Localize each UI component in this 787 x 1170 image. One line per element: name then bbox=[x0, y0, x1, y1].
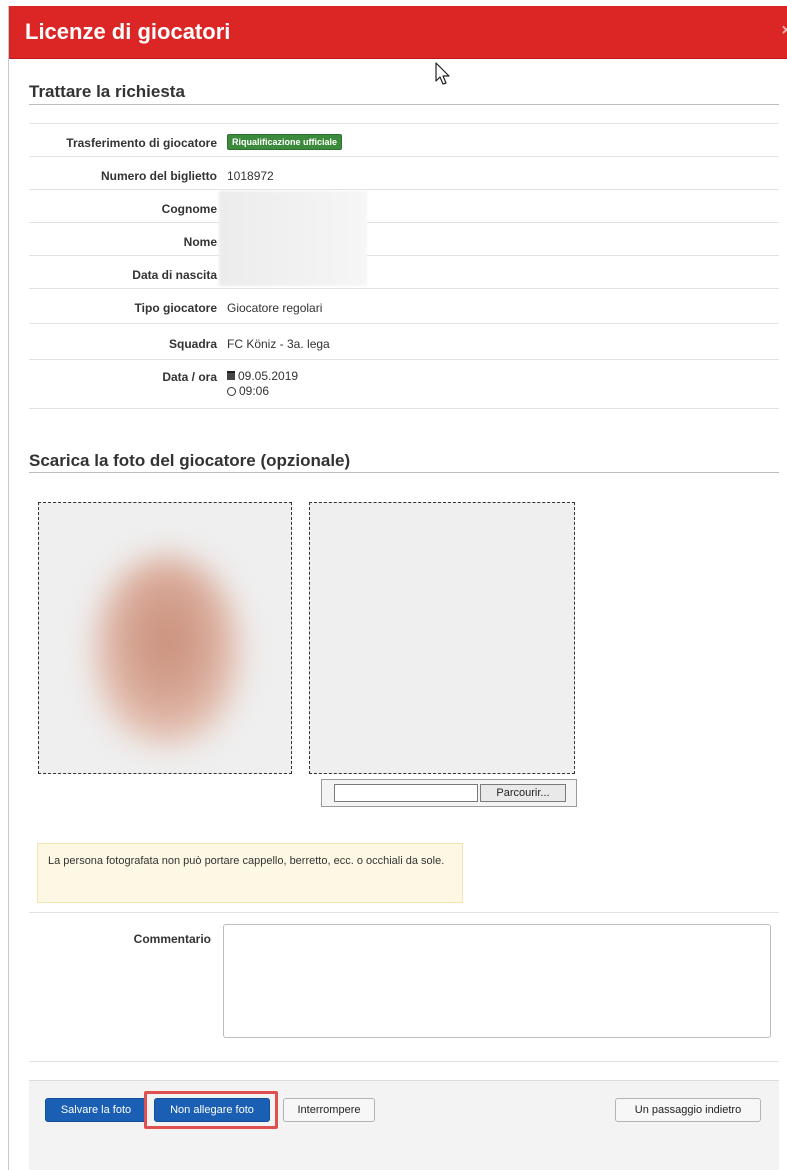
detail-row-ticket: Numero del biglietto 1018972 bbox=[29, 156, 779, 190]
back-button[interactable]: Un passaggio indietro bbox=[615, 1098, 761, 1122]
date-value: 09.05.2019 bbox=[238, 369, 299, 383]
comment-label: Commentario bbox=[133, 932, 211, 946]
detail-row-player-type: Tipo giocatore Giocatore regolari bbox=[29, 288, 779, 324]
section-divider bbox=[29, 472, 779, 473]
action-footer bbox=[29, 1080, 779, 1170]
divider bbox=[29, 912, 779, 913]
detail-label: Nome bbox=[183, 235, 217, 249]
cancel-button[interactable]: Interrompere bbox=[283, 1098, 375, 1122]
detail-row-datetime: Data / ora 09.05.2019 09:06 bbox=[29, 359, 779, 409]
detail-row-name: Nome bbox=[29, 222, 779, 256]
new-photo-dropzone[interactable] bbox=[309, 502, 575, 774]
save-photo-button[interactable]: Salvare la foto bbox=[45, 1098, 147, 1122]
section-divider bbox=[29, 104, 779, 105]
redacted-personal-data bbox=[219, 191, 367, 286]
detail-label: Numero del biglietto bbox=[100, 169, 217, 183]
clock-icon bbox=[227, 387, 236, 396]
detail-row-team: Squadra FC Köniz - 3a. lega bbox=[29, 323, 779, 360]
photo-file-input[interactable]: Parcourir... bbox=[321, 779, 577, 807]
dialog-titlebar: Licenze di giocatori × bbox=[9, 6, 787, 59]
player-type-value: Giocatore regolari bbox=[227, 301, 323, 315]
request-section-title: Trattare la richiesta bbox=[29, 82, 185, 101]
datetime-value: 09.05.2019 09:06 bbox=[227, 369, 298, 399]
detail-label: Trasferimento di giocatore bbox=[66, 136, 217, 150]
photo-notice: La persona fotografata non può portare c… bbox=[37, 843, 463, 903]
browse-button[interactable]: Parcourir... bbox=[480, 784, 566, 802]
detail-label: Squadra bbox=[168, 337, 217, 351]
license-dialog: Licenze di giocatori × Trattare la richi… bbox=[8, 6, 787, 1170]
detail-row-surname: Cognome bbox=[29, 189, 779, 223]
status-badge: Riqualificazione ufficiale bbox=[227, 134, 343, 150]
file-path-field[interactable] bbox=[334, 784, 478, 802]
comment-textarea[interactable] bbox=[223, 924, 771, 1038]
current-player-photo bbox=[38, 502, 292, 774]
mouse-cursor-icon bbox=[435, 62, 450, 85]
ticket-number: 1018972 bbox=[227, 169, 274, 183]
dialog-title: Licenze di giocatori bbox=[25, 19, 231, 44]
team-value: FC Köniz - 3a. lega bbox=[227, 337, 330, 351]
time-value: 09:06 bbox=[239, 384, 270, 398]
detail-label: Cognome bbox=[161, 202, 217, 216]
detail-row-birthdate: Data di nascita bbox=[29, 255, 779, 289]
detail-row-transfer: Trasferimento di giocatore Riqualificazi… bbox=[29, 123, 779, 157]
player-photo-blurred bbox=[93, 555, 241, 745]
detail-label: Data / ora bbox=[162, 370, 217, 384]
divider bbox=[29, 1061, 779, 1062]
highlight-frame bbox=[144, 1091, 278, 1129]
photo-section-title: Scarica la foto del giocatore (opzionale… bbox=[29, 451, 351, 470]
calendar-icon bbox=[227, 371, 235, 380]
close-icon[interactable]: × bbox=[782, 22, 787, 40]
detail-label: Tipo giocatore bbox=[134, 301, 217, 315]
detail-label: Data di nascita bbox=[132, 268, 217, 282]
